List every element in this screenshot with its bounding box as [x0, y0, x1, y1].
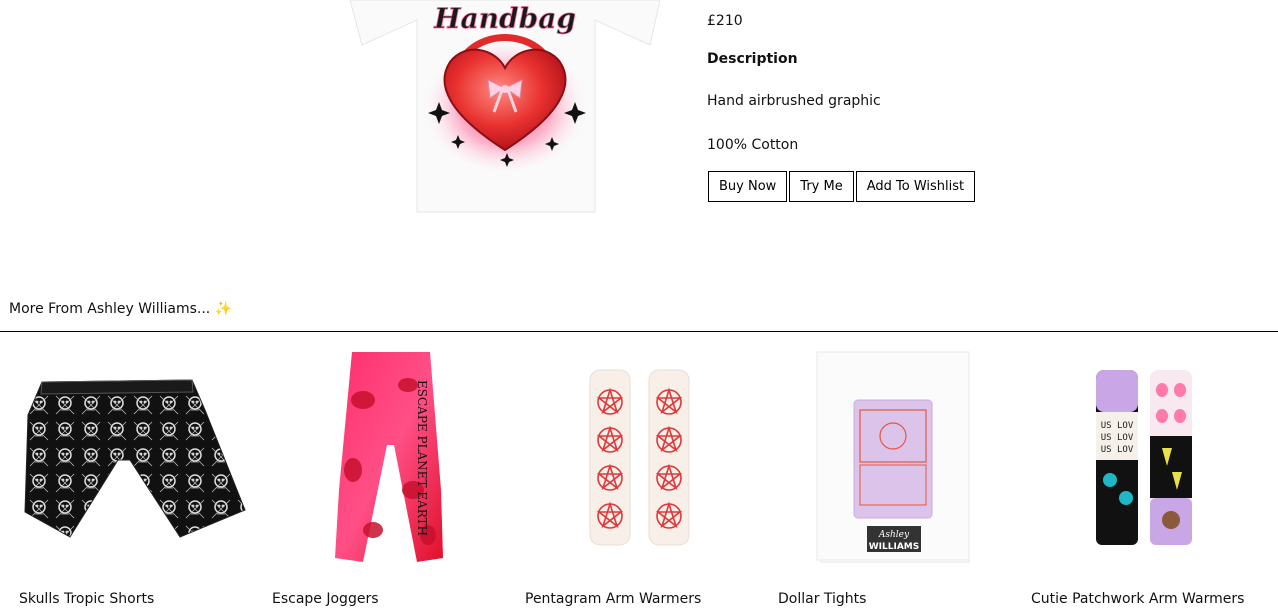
product-image-text: Handbag	[433, 2, 576, 35]
product-card-pentagram-arm-warmers[interactable]: Pentagram Arm Warmers	[506, 340, 756, 611]
product-card-name: Dollar Tights	[778, 591, 867, 607]
product-card-name: Escape Joggers	[272, 591, 379, 607]
skulls-shorts-image	[24, 379, 246, 538]
try-me-button[interactable]: Try Me	[789, 171, 854, 202]
pentagram-arm-warmers-image	[589, 369, 690, 546]
dollar-tights-image: Ashley WILLIAMS	[816, 351, 970, 563]
product-card-cutie-patchwork-arm-warmers[interactable]: US LOV US LOV US LOV Cutie Patchwork Arm…	[1012, 340, 1262, 611]
product-price: £210	[707, 13, 743, 29]
tights-logo-text: Ashley	[878, 530, 910, 540]
description-line: 100% Cotton	[707, 137, 799, 153]
section-divider	[0, 331, 1278, 332]
description-heading: Description	[707, 51, 798, 67]
product-card-name: Cutie Patchwork Arm Warmers	[1031, 591, 1245, 607]
product-actions: Buy Now Try Me Add To Wishlist	[708, 171, 976, 202]
product-grid: Skulls Tropic Shorts ESCAPE PLANET EARTH…	[0, 340, 1278, 611]
add-to-wishlist-button[interactable]: Add To Wishlist	[855, 171, 976, 202]
product-card-escape-joggers[interactable]: ESCAPE PLANET EARTH Escape Joggers	[253, 340, 503, 611]
product-image: Handbag	[350, 0, 660, 215]
product-card-dollar-tights[interactable]: Ashley WILLIAMS Dollar Tights	[759, 340, 1009, 611]
joggers-print-text: ESCAPE PLANET EARTH	[415, 380, 429, 536]
cutie-patchwork-arm-warmers-image: US LOV US LOV US LOV	[1096, 370, 1192, 545]
warmer-knit-text: US LOV	[1101, 445, 1134, 455]
product-card-skulls-tropic-shorts[interactable]: Skulls Tropic Shorts	[0, 340, 250, 611]
description-line: Hand airbrushed graphic	[707, 93, 881, 109]
warmer-knit-text: US LOV	[1101, 433, 1134, 443]
buy-now-button[interactable]: Buy Now	[708, 171, 788, 202]
tights-logo-text: WILLIAMS	[869, 542, 920, 552]
warmer-knit-text: US LOV	[1101, 421, 1134, 431]
escape-joggers-image: ESCAPE PLANET EARTH	[335, 352, 443, 562]
more-from-heading: More From Ashley Williams... ✨	[9, 301, 233, 317]
product-card-name: Pentagram Arm Warmers	[525, 591, 702, 607]
product-card-name: Skulls Tropic Shorts	[19, 591, 155, 607]
